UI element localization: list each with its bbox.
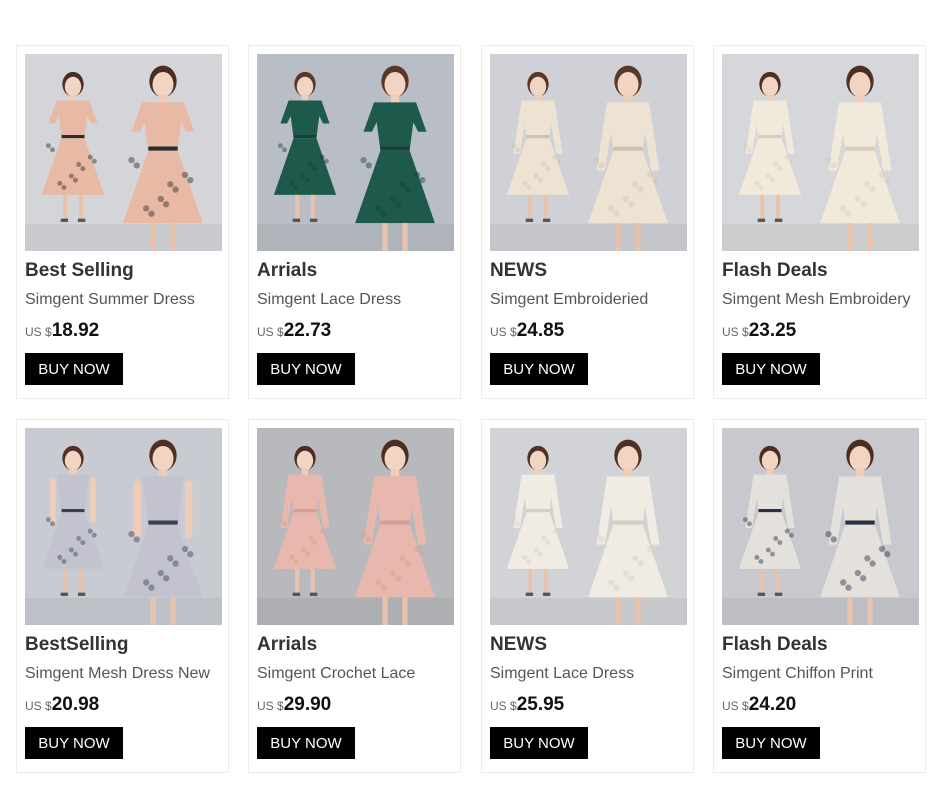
product-card[interactable]: Flash Deals Simgent Chiffon Print US $24… (713, 419, 926, 773)
dress-model-image (257, 428, 454, 625)
dress-model-image (25, 54, 222, 251)
product-photo[interactable] (722, 54, 919, 251)
product-card[interactable]: NEWS Simgent Lace Dress US $25.95 BUY NO… (481, 419, 694, 773)
product-category: NEWS (490, 634, 547, 655)
buy-now-button[interactable]: BUY NOW (490, 353, 588, 385)
price-currency: US $ (25, 325, 52, 339)
product-photo[interactable] (25, 428, 222, 625)
product-title[interactable]: Simgent Mesh Dress New (25, 665, 210, 683)
product-title[interactable]: Simgent Crochet Lace (257, 665, 415, 683)
product-card[interactable]: Arrials Simgent Lace Dress US $22.73 BUY… (248, 45, 461, 399)
product-price: US $20.98 (25, 694, 99, 716)
price-currency: US $ (490, 699, 517, 713)
product-photo[interactable] (722, 428, 919, 625)
price-amount: 20.98 (51, 694, 100, 715)
product-title[interactable]: Simgent Mesh Embroidery (722, 291, 911, 309)
price-amount: 24.20 (748, 694, 797, 715)
product-title[interactable]: Simgent Summer Dress (25, 291, 195, 309)
product-photo[interactable] (490, 428, 687, 625)
product-card[interactable]: NEWS Simgent Embroideried US $24.85 BUY … (481, 45, 694, 399)
product-price: US $18.92 (25, 320, 99, 342)
product-price: US $23.25 (722, 320, 796, 342)
product-price: US $22.73 (257, 320, 331, 342)
product-title[interactable]: Simgent Lace Dress (490, 665, 634, 683)
product-photo[interactable] (257, 54, 454, 251)
price-amount: 23.25 (748, 320, 797, 341)
dress-model-image (722, 54, 919, 251)
product-card[interactable]: Flash Deals Simgent Mesh Embroidery US $… (713, 45, 926, 399)
product-photo[interactable] (25, 54, 222, 251)
price-currency: US $ (722, 325, 749, 339)
product-title[interactable]: Simgent Embroideried (490, 291, 648, 309)
price-amount: 29.90 (283, 694, 332, 715)
product-title[interactable]: Simgent Chiffon Print (722, 665, 873, 683)
product-card[interactable]: BestSelling Simgent Mesh Dress New US $2… (16, 419, 229, 773)
product-price: US $24.20 (722, 694, 796, 716)
dress-model-image (25, 428, 222, 625)
product-price: US $29.90 (257, 694, 331, 716)
product-card[interactable]: Arrials Simgent Crochet Lace US $29.90 B… (248, 419, 461, 773)
price-amount: 18.92 (51, 320, 100, 341)
buy-now-button[interactable]: BUY NOW (25, 727, 123, 759)
product-category: Best Selling (25, 260, 134, 281)
price-amount: 22.73 (283, 320, 332, 341)
product-photo[interactable] (490, 54, 687, 251)
product-category: Arrials (257, 634, 318, 655)
price-currency: US $ (257, 699, 284, 713)
dress-model-image (490, 54, 687, 251)
dress-model-image (257, 54, 454, 251)
product-category: BestSelling (25, 634, 129, 655)
product-photo[interactable] (257, 428, 454, 625)
product-title[interactable]: Simgent Lace Dress (257, 291, 401, 309)
product-category: Flash Deals (722, 634, 828, 655)
price-currency: US $ (490, 325, 517, 339)
buy-now-button[interactable]: BUY NOW (25, 353, 123, 385)
buy-now-button[interactable]: BUY NOW (722, 353, 820, 385)
buy-now-button[interactable]: BUY NOW (722, 727, 820, 759)
product-card[interactable]: Best Selling Simgent Summer Dress US $18… (16, 45, 229, 399)
buy-now-button[interactable]: BUY NOW (257, 727, 355, 759)
dress-model-image (490, 428, 687, 625)
dress-model-image (722, 428, 919, 625)
price-currency: US $ (25, 699, 52, 713)
price-currency: US $ (257, 325, 284, 339)
price-amount: 25.95 (516, 694, 565, 715)
product-category: Arrials (257, 260, 318, 281)
price-currency: US $ (722, 699, 749, 713)
price-amount: 24.85 (516, 320, 565, 341)
buy-now-button[interactable]: BUY NOW (257, 353, 355, 385)
product-price: US $25.95 (490, 694, 564, 716)
buy-now-button[interactable]: BUY NOW (490, 727, 588, 759)
product-category: NEWS (490, 260, 547, 281)
product-category: Flash Deals (722, 260, 828, 281)
product-price: US $24.85 (490, 320, 564, 342)
